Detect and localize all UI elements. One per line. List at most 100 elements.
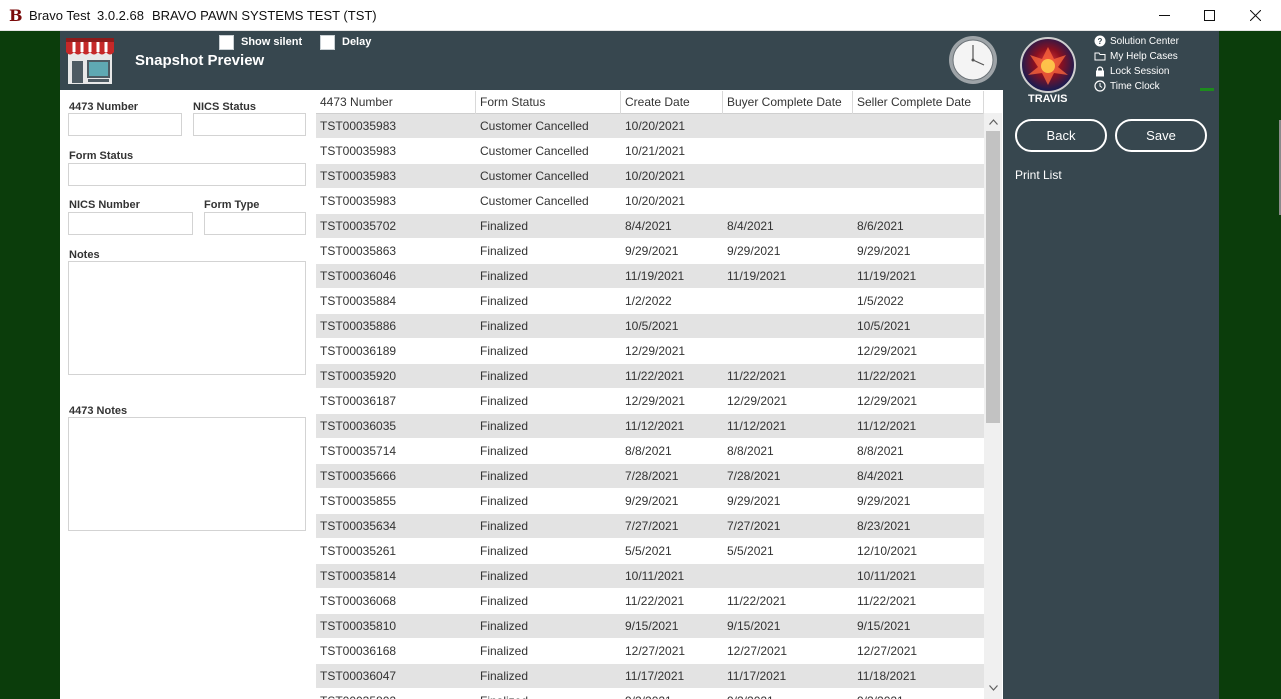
table-row[interactable]: TST00036046 Finalized 11/19/2021 11/19/2021… [316,264,984,289]
table-row[interactable]: TST00035920 Finalized 11/22/2021 11/22/2021… [316,364,984,389]
status-indicator [1200,88,1214,91]
cell-form-status: Finalized [480,669,529,683]
scroll-down-icon[interactable] [984,680,1002,696]
cell-4473-number: TST00036047 [320,669,397,683]
cell-buyer-complete-date: 7/27/2021 [727,519,781,533]
svg-text:?: ? [1098,37,1103,46]
notes-label: Notes [69,249,100,261]
cell-create-date: 12/27/2021 [625,644,686,658]
cell-4473-number: TST00035863 [320,244,397,258]
table-row[interactable]: TST00035983 Customer Cancelled 10/20/2021 [316,189,984,214]
notes-field[interactable] [68,261,306,375]
save-button[interactable]: Save [1115,119,1207,152]
form-type-field[interactable] [204,212,306,235]
table-row[interactable]: TST00036035 Finalized 11/12/2021 11/12/2021… [316,414,984,439]
cell-4473-number: TST00036168 [320,644,397,658]
right-background [1219,31,1281,699]
cell-create-date: 9/29/2021 [625,494,679,508]
cell-form-status: Finalized [480,469,529,483]
cell-form-status: Finalized [480,594,529,608]
cell-form-status: Finalized [480,644,529,658]
table-scrollbar[interactable] [984,113,1002,699]
4473-number-field[interactable] [68,113,182,136]
form-status-field[interactable] [68,163,306,186]
table-row[interactable]: TST00035714 Finalized 8/8/2021 8/8/2021 8/8/… [316,439,984,464]
time-clock-link[interactable]: Time Clock [1094,80,1160,92]
cell-buyer-complete-date [723,564,853,589]
cell-buyer-complete-date [723,289,853,314]
cell-form-status: Finalized [480,519,529,533]
show-silent-checkbox[interactable] [219,35,234,50]
table-row[interactable]: TST00036168 Finalized 12/27/2021 12/27/2021… [316,639,984,664]
page-title: Snapshot Preview [135,52,265,69]
table-row[interactable]: TST00035863 Finalized 9/29/2021 9/29/2021 9/… [316,239,984,264]
maximize-button[interactable] [1186,0,1232,31]
cell-seller-complete-date [853,139,984,164]
cell-seller-complete-date: 11/22/2021 [857,369,917,383]
scroll-up-icon[interactable] [984,114,1002,130]
cell-seller-complete-date: 11/18/2021 [857,669,917,683]
avatar[interactable] [1020,37,1076,93]
cell-form-status: Finalized [480,294,529,308]
table-row[interactable]: TST00035261 Finalized 5/5/2021 5/5/2021 12/1… [316,539,984,564]
table-row[interactable]: TST00036068 Finalized 11/22/2021 11/22/2021… [316,589,984,614]
table-row[interactable]: TST00035810 Finalized 9/15/2021 9/15/2021 9/… [316,614,984,639]
column-header-seller-complete-date[interactable]: Seller Complete Date [853,91,984,114]
cell-seller-complete-date [853,114,984,139]
cell-form-status: Finalized [480,244,529,258]
nics-number-field[interactable] [68,212,193,235]
column-header-4473-number[interactable]: 4473 Number [316,91,476,114]
table-row[interactable]: TST00035886 Finalized 10/5/2021 10/5/2021 [316,314,984,339]
table-row[interactable]: TST00035802Finalized9/2/20219/2/20219/2/… [316,689,984,699]
minimize-button[interactable] [1141,0,1187,31]
column-header-form-status[interactable]: Form Status [476,91,621,114]
cell-create-date: 10/5/2021 [625,319,679,333]
nics-status-label: NICS Status [193,101,256,113]
cell-seller-complete-date: 11/12/2021 [857,419,917,433]
cell-4473-number: TST00035810 [320,619,397,633]
cell-buyer-complete-date: 8/8/2021 [727,444,774,458]
clock-icon [1094,80,1106,92]
table-row[interactable]: TST00035884 Finalized 1/2/2022 1/5/2022 [316,289,984,314]
cell-seller-complete-date: 11/19/2021 [857,269,917,283]
table-row[interactable]: TST00035855 Finalized 9/29/2021 9/29/2021 9/… [316,489,984,514]
close-button[interactable] [1232,0,1278,31]
scroll-thumb[interactable] [986,131,1000,423]
table-row[interactable]: TST00036187 Finalized 12/29/2021 12/29/2021… [316,389,984,414]
cell-form-status: Finalized [476,689,621,699]
cell-seller-complete-date: 11/22/2021 [857,594,917,608]
cell-seller-complete-date: 8/8/2021 [857,444,904,458]
column-header-buyer-complete-date[interactable]: Buyer Complete Date [723,91,853,114]
cell-buyer-complete-date: 11/17/2021 [727,669,787,683]
question-circle-icon: ? [1094,35,1106,47]
table-row[interactable]: TST00035666 Finalized 7/28/2021 7/28/2021 8/… [316,464,984,489]
column-header-create-date[interactable]: Create Date [621,91,723,114]
table-row[interactable]: TST00035814 Finalized 10/11/2021 10/11/2021 [316,564,984,589]
nics-status-field[interactable] [193,113,306,136]
close-icon [1249,10,1261,21]
table-row[interactable]: TST00035983 Customer Cancelled 10/21/2021 [316,139,984,164]
table-row[interactable]: TST00035634 Finalized 7/27/2021 7/27/2021 8/… [316,514,984,539]
lock-session-link[interactable]: Lock Session [1094,65,1169,77]
cell-4473-number: TST00035983 [320,144,397,158]
print-list-link[interactable]: Print List [1015,168,1062,182]
table-row[interactable]: TST00036189 Finalized 12/29/2021 12/29/2021 [316,339,984,364]
cell-create-date: 10/20/2021 [625,119,686,133]
table-row[interactable]: TST00036047 Finalized 11/17/2021 11/17/2021… [316,664,984,689]
my-help-cases-link[interactable]: My Help Cases [1094,50,1178,62]
cell-4473-number: TST00035983 [320,119,397,133]
table-row[interactable]: TST00035983 Customer Cancelled 10/20/2021 [316,114,984,139]
table-row[interactable]: TST00035702 Finalized 8/4/2021 8/4/2021 8/6/… [316,214,984,239]
4473-notes-field[interactable] [68,417,306,531]
cell-4473-number: TST00035714 [320,444,397,458]
delay-checkbox[interactable] [320,35,335,50]
cell-buyer-complete-date: 11/12/2021 [727,419,787,433]
cell-4473-number: TST00035983 [320,169,397,183]
cell-form-status: Finalized [480,269,529,283]
cell-seller-complete-date: 9/29/2021 [857,494,911,508]
table-row[interactable]: TST00035983 Customer Cancelled 10/20/2021 [316,164,984,189]
solution-center-link[interactable]: ? Solution Center [1094,35,1179,47]
back-button[interactable]: Back [1015,119,1107,152]
cell-buyer-complete-date: 5/5/2021 [727,544,774,558]
cell-form-status: Customer Cancelled [480,119,589,133]
